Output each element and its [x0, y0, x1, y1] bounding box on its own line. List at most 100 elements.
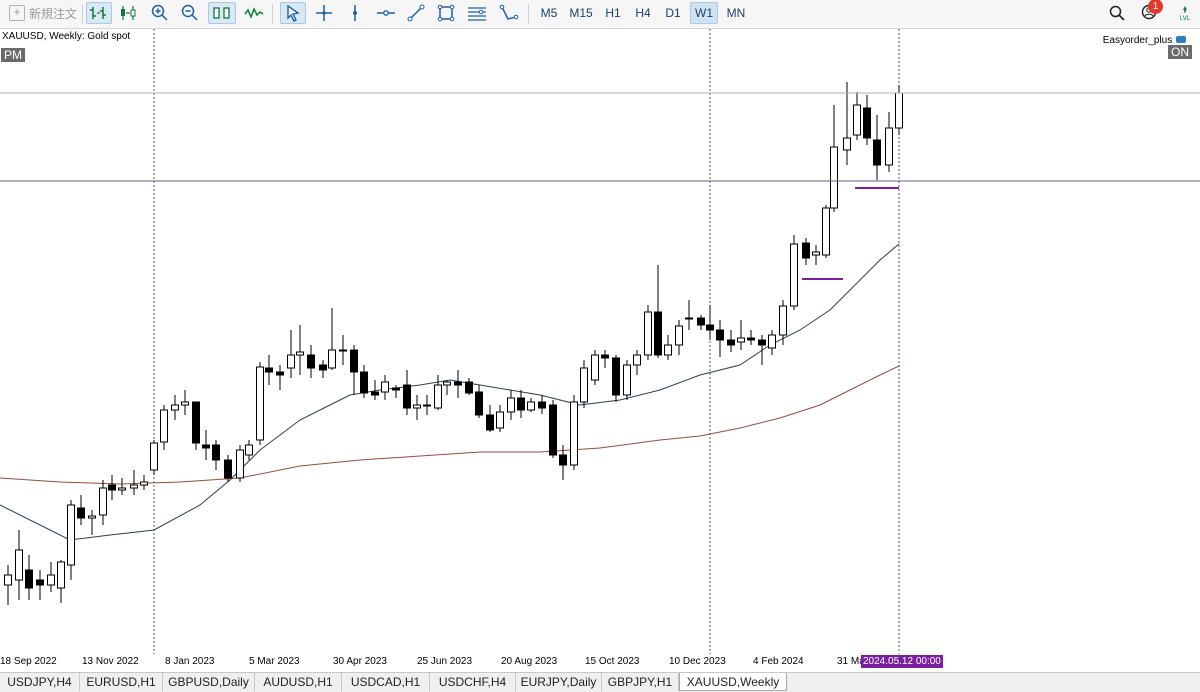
crosshair-icon	[316, 5, 332, 21]
bullish-candle	[623, 364, 631, 396]
bearish-candle	[863, 107, 871, 139]
tab-usdjpy-h4[interactable]: USDJPY,H4	[0, 673, 80, 691]
bearish-candle	[350, 349, 358, 373]
chart-area[interactable]: XAUUSD, Weekly: Gold spot PM Easyorder_p…	[0, 29, 1200, 654]
price-chart[interactable]	[0, 29, 1200, 654]
bearish-candle	[276, 371, 284, 376]
bearish-candle	[36, 579, 44, 586]
bullish-candle	[790, 243, 798, 307]
bearish-candle	[265, 367, 273, 373]
level-icon: LVL	[1180, 6, 1191, 22]
horizontal-line-icon	[377, 10, 395, 16]
rectangle-icon	[437, 4, 455, 22]
bullish-candle	[580, 367, 588, 403]
bullish-candle	[15, 549, 23, 581]
bearish-candle	[706, 324, 714, 331]
time-label: 20 Aug 2023	[501, 656, 558, 667]
tab-usdcad-h1[interactable]: USDCAD,H1	[342, 673, 430, 691]
fibonacci-button[interactable]	[464, 2, 490, 24]
time-label: 15 Oct 2023	[585, 656, 640, 667]
shapes-button[interactable]	[496, 2, 522, 24]
bearish-candle	[601, 354, 609, 359]
moving-average-fast	[0, 243, 900, 541]
bearish-candle	[224, 459, 232, 479]
bearish-candle	[697, 317, 705, 326]
zoom-out-icon	[181, 4, 198, 21]
cursor-time-label: 2024.05.12 00:00	[861, 655, 943, 668]
timeframe-m15[interactable]: M15	[566, 2, 596, 24]
tab-audusd-h1[interactable]: AUDUSD,H1	[255, 673, 342, 691]
bullish-candle	[434, 384, 442, 409]
bullish-candle	[853, 104, 861, 136]
notifications-button[interactable]: 1	[1138, 0, 1164, 24]
bullish-candle	[779, 305, 787, 336]
bullish-candle	[245, 444, 253, 456]
volume-bars-button[interactable]	[208, 2, 236, 24]
timeframe-h4[interactable]: H4	[630, 2, 656, 24]
vertical-line-button[interactable]	[344, 2, 366, 24]
horizontal-line-button[interactable]	[374, 2, 398, 24]
indicator-icon	[244, 7, 264, 20]
bearish-candle	[77, 507, 85, 519]
new-order-button[interactable]: + 新規注文	[6, 2, 80, 24]
level-button[interactable]: LVL	[1174, 2, 1196, 24]
bearish-candle	[549, 404, 557, 456]
crosshair-button[interactable]	[312, 2, 336, 24]
bullish-candle	[57, 561, 65, 589]
tab-eurjpy-daily[interactable]: EURJPY,Daily	[516, 673, 602, 691]
bearish-candle	[423, 404, 431, 407]
tab-gbpjpy-h1[interactable]: GBPJPY,H1	[602, 673, 679, 691]
time-label: 30 Apr 2023	[333, 656, 387, 667]
search-button[interactable]	[1106, 2, 1128, 24]
timeframe-h1[interactable]: H1	[600, 2, 626, 24]
cursor-button[interactable]	[280, 2, 306, 24]
timeframe-d1[interactable]: D1	[660, 2, 686, 24]
time-label: 18 Sep 2022	[0, 656, 57, 667]
bullish-candle	[633, 354, 641, 366]
bearish-candle	[747, 337, 755, 341]
bullish-candle	[830, 146, 838, 209]
bearish-candle	[392, 387, 400, 391]
bearish-candle	[559, 454, 567, 466]
time-axis: 18 Sep 2022 13 Nov 2022 8 Jan 2023 5 Mar…	[0, 654, 1200, 670]
search-icon	[1109, 5, 1125, 21]
timeframe-mn[interactable]: MN	[722, 2, 750, 24]
bullish-candle	[236, 449, 244, 479]
timeframe-m5[interactable]: M5	[535, 2, 563, 24]
time-label: 8 Jan 2023	[165, 656, 215, 667]
bullish-candle	[160, 409, 168, 443]
bar-chart-button[interactable]	[86, 2, 112, 24]
bearish-candle	[360, 371, 368, 394]
tab-xauusd-weekly[interactable]: XAUUSD,Weekly	[679, 673, 787, 691]
bullish-candle	[140, 481, 148, 486]
indicator-button[interactable]	[242, 2, 266, 24]
bullish-candle	[768, 334, 776, 349]
tab-gbpusd-daily[interactable]: GBPUSD,Daily	[163, 673, 255, 691]
zoom-in-button[interactable]	[148, 2, 172, 24]
time-label: 4 Feb 2024	[753, 656, 804, 667]
svg-text:LVL: LVL	[1180, 16, 1191, 22]
candlestick-button[interactable]	[115, 2, 141, 24]
trend-line-button[interactable]	[404, 2, 428, 24]
bearish-candle	[212, 444, 220, 461]
bullish-candle	[287, 354, 295, 369]
timeframe-w1[interactable]: W1	[690, 2, 718, 24]
bearish-candle	[319, 364, 327, 371]
bearish-candle	[612, 357, 620, 396]
shapes-icon	[499, 4, 519, 20]
zoom-out-button[interactable]	[178, 2, 202, 24]
tab-eurusd-h1[interactable]: EURUSD,H1	[80, 673, 163, 691]
rectangle-button[interactable]	[434, 2, 458, 24]
ea-status-badge[interactable]: ON	[1168, 45, 1192, 59]
bullish-candle	[381, 381, 389, 393]
bullish-candle	[895, 92, 903, 129]
tab-usdchf-h4[interactable]: USDCHF,H4	[430, 673, 516, 691]
new-order-icon: +	[8, 5, 25, 21]
bullish-candle	[664, 344, 672, 356]
cursor-icon	[287, 4, 300, 22]
bearish-candle	[403, 384, 411, 409]
bullish-candle	[675, 325, 683, 346]
bullish-candle	[118, 487, 126, 491]
bearish-candle	[192, 401, 200, 444]
bullish-candle	[443, 381, 451, 386]
